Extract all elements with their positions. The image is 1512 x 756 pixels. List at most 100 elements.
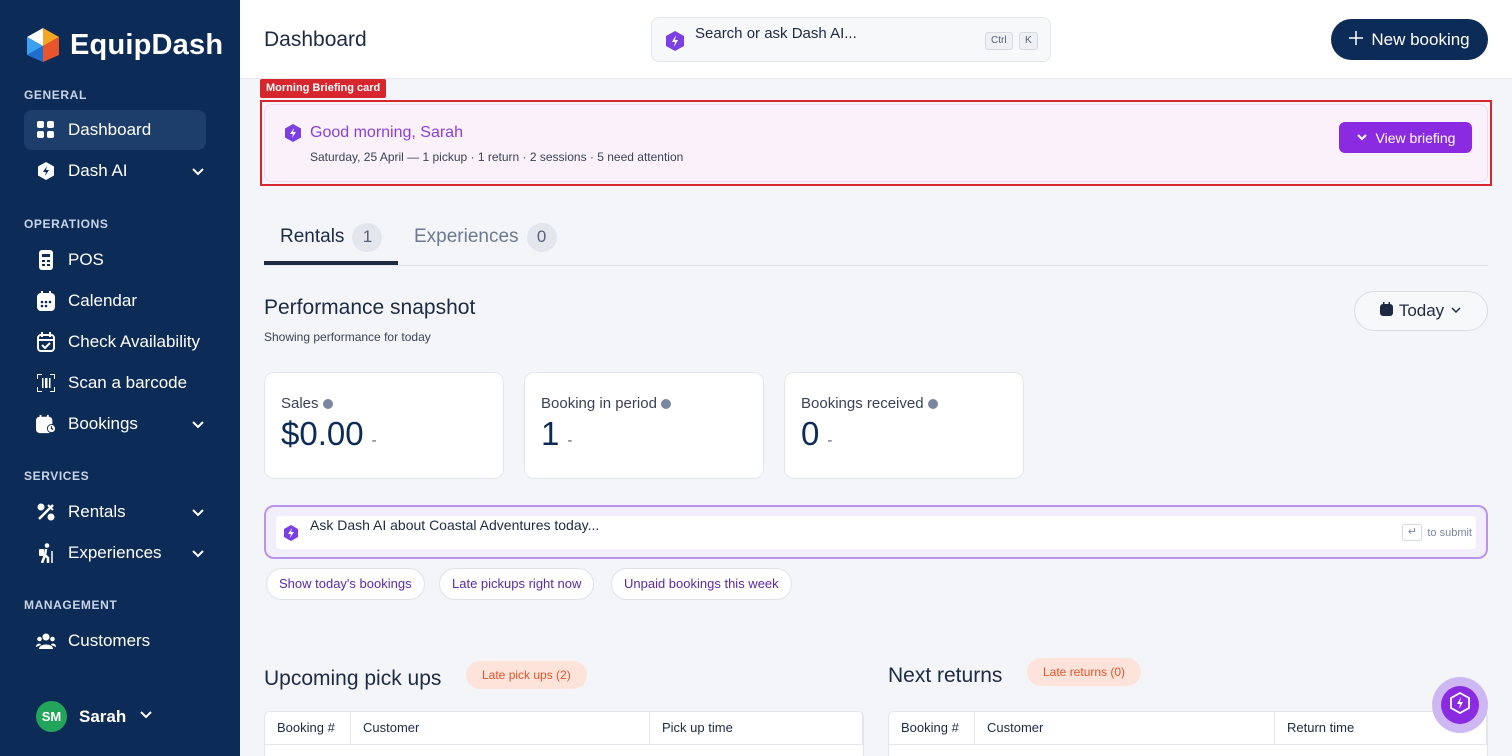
logo-mark-icon xyxy=(24,26,62,64)
view-briefing-label: View briefing xyxy=(1375,129,1456,146)
ai-hex-icon xyxy=(1450,691,1470,719)
suggestion-chip[interactable]: Unpaid bookings this week xyxy=(611,568,792,600)
dash-ai-fab-button[interactable] xyxy=(1432,677,1488,733)
ai-hex-icon xyxy=(666,31,684,51)
info-icon[interactable] xyxy=(660,398,671,409)
sidebar-item-label: Scan a barcode xyxy=(68,373,188,392)
column-header[interactable]: Customer xyxy=(975,712,1275,744)
ask-ai-text: Ask Dash AI about Coastal Adventures tod… xyxy=(310,517,600,533)
bookings-icon xyxy=(36,414,56,434)
stat-label: Bookings received xyxy=(801,395,938,412)
plus-icon xyxy=(1349,30,1364,50)
suggestion-chip[interactable]: Show today's bookings xyxy=(266,568,425,600)
active-tab-indicator xyxy=(264,261,398,265)
returns-table: Booking # Customer Return time xyxy=(888,711,1488,756)
briefing-summary: Saturday, 25 April — 1 pickup · 1 return… xyxy=(310,150,684,164)
new-booking-label: New booking xyxy=(1371,29,1470,49)
sidebar-item-dash-ai[interactable]: Dash AI xyxy=(24,151,206,191)
stat-value-text: 0 xyxy=(801,415,820,452)
enter-key-icon: ↵ xyxy=(1402,524,1423,541)
top-bar: Dashboard Search or ask Dash AI... Ctrl … xyxy=(240,0,1512,79)
search-input[interactable]: Search or ask Dash AI... Ctrl K xyxy=(651,17,1051,62)
calendar-icon xyxy=(1379,301,1393,321)
stat-delta: - xyxy=(371,432,377,449)
column-header[interactable]: Customer xyxy=(351,712,650,744)
stat-value: 0- xyxy=(801,415,832,453)
info-icon[interactable] xyxy=(322,398,333,409)
stat-delta: - xyxy=(567,432,573,449)
stat-card-booking-in-period: Booking in period 1- xyxy=(524,372,764,479)
stat-label-text: Booking in period xyxy=(541,395,657,412)
sidebar-item-experiences[interactable]: Experiences xyxy=(24,533,206,573)
sidebar: EquipDash GENERAL Dashboard Dash AI OPER… xyxy=(0,0,240,756)
rentals-icon xyxy=(36,502,56,522)
tab-experiences[interactable]: Experiences 0 xyxy=(414,208,557,266)
period-select[interactable]: Today xyxy=(1354,291,1488,331)
barcode-icon xyxy=(36,373,56,393)
morning-briefing-card: Good morning, Sarah Saturday, 25 April —… xyxy=(264,104,1488,182)
user-name: Sarah xyxy=(79,706,127,726)
stat-value-text: $0.00 xyxy=(281,415,364,452)
stat-value: $0.00- xyxy=(281,415,377,453)
view-briefing-button[interactable]: View briefing xyxy=(1339,122,1472,153)
search-placeholder: Search or ask Dash AI... xyxy=(695,25,857,42)
chevron-down-icon[interactable] xyxy=(190,163,206,179)
submit-hint: ↵ to submit xyxy=(1402,524,1472,541)
stat-label-text: Bookings received xyxy=(801,395,924,412)
ai-hex-icon xyxy=(285,124,301,142)
chevron-down-icon[interactable] xyxy=(190,504,206,520)
logo[interactable]: EquipDash xyxy=(24,26,223,64)
tab-label: Experiences xyxy=(414,226,519,247)
divider xyxy=(889,744,1487,745)
info-icon[interactable] xyxy=(927,398,938,409)
section-title: Performance snapshot xyxy=(264,296,476,319)
stat-label: Booking in period xyxy=(541,395,671,412)
column-header[interactable]: Pick up time xyxy=(650,712,863,744)
ai-hex-icon xyxy=(284,525,298,541)
sidebar-item-dashboard[interactable]: Dashboard xyxy=(24,110,206,150)
section-label-general: GENERAL xyxy=(24,88,87,102)
chevron-down-icon[interactable] xyxy=(190,416,206,432)
sidebar-item-scan-barcode[interactable]: Scan a barcode xyxy=(24,363,206,403)
fab-inner xyxy=(1441,686,1479,724)
stat-value-text: 1 xyxy=(541,415,560,452)
chevron-down-icon[interactable] xyxy=(190,545,206,561)
ai-hex-icon xyxy=(36,161,56,181)
pickups-title: Upcoming pick ups xyxy=(264,667,442,690)
tab-label: Rentals xyxy=(280,226,345,247)
user-menu[interactable]: SM Sarah xyxy=(36,701,154,732)
returns-title: Next returns xyxy=(888,664,1003,687)
app-name: EquipDash xyxy=(70,28,224,61)
stat-label-text: Sales xyxy=(281,395,319,412)
new-booking-button[interactable]: New booking xyxy=(1331,19,1488,60)
column-header[interactable]: Booking # xyxy=(889,712,975,744)
tab-rentals[interactable]: Rentals 1 xyxy=(280,208,383,266)
sidebar-item-label: Rentals xyxy=(68,502,126,521)
section-label-services: SERVICES xyxy=(24,469,90,483)
pos-icon xyxy=(36,250,56,270)
late-pickups-badge[interactable]: Late pick ups (2) xyxy=(466,661,587,689)
sidebar-item-check-availability[interactable]: Check Availability xyxy=(24,322,206,362)
sidebar-item-rentals[interactable]: Rentals xyxy=(24,492,206,532)
annotation-tag: Morning Briefing card xyxy=(260,79,387,98)
sidebar-item-pos[interactable]: POS xyxy=(24,240,206,280)
grid-icon xyxy=(36,120,56,140)
sidebar-item-label: Calendar xyxy=(68,291,137,310)
sidebar-item-label: Check Availability xyxy=(68,332,200,351)
chevron-down-icon xyxy=(138,706,154,727)
sidebar-item-calendar[interactable]: Calendar xyxy=(24,281,206,321)
late-returns-badge[interactable]: Late returns (0) xyxy=(1027,658,1142,686)
sidebar-item-customers[interactable]: Customers xyxy=(24,621,206,661)
ask-ai-box: Ask Dash AI about Coastal Adventures tod… xyxy=(264,505,1488,559)
stat-card-sales: Sales $0.00- xyxy=(264,372,504,479)
chevron-down-icon xyxy=(1450,301,1462,321)
stat-label: Sales xyxy=(281,395,333,412)
sidebar-item-label: Dashboard xyxy=(68,120,152,139)
suggestion-chip[interactable]: Late pickups right now xyxy=(439,568,595,600)
avatar: SM xyxy=(36,701,67,732)
sidebar-item-label: Dash AI xyxy=(68,161,128,180)
divider xyxy=(265,744,863,745)
sidebar-item-label: Customers xyxy=(68,631,151,650)
sidebar-item-bookings[interactable]: Bookings xyxy=(24,404,206,444)
column-header[interactable]: Booking # xyxy=(265,712,351,744)
